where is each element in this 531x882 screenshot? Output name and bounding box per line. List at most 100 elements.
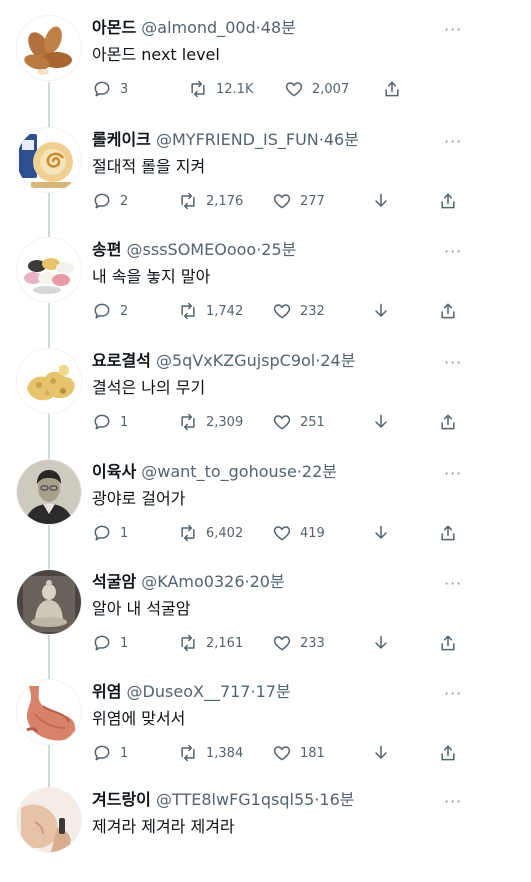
reply-button[interactable]: 1 <box>92 630 128 656</box>
display-name[interactable]: 롤케이크 <box>92 130 151 149</box>
share-button[interactable] <box>438 740 458 766</box>
retweet-button[interactable]: 2,176 <box>178 188 243 214</box>
share-icon <box>438 633 458 653</box>
download-button[interactable] <box>371 409 391 435</box>
songpyeon-avatar[interactable] <box>17 238 81 302</box>
retweet-button[interactable]: 2,309 <box>178 409 243 435</box>
tweet-header: 요로결석 @5qVxKZGujspC9ol·24분 <box>92 351 355 371</box>
tweet-text: 제겨라 제겨라 제겨라 <box>92 817 235 836</box>
download-button[interactable] <box>371 520 391 546</box>
timestamp[interactable]: 16분 <box>319 790 354 809</box>
more-options-icon[interactable]: ··· <box>444 244 462 260</box>
display-name[interactable]: 송편 <box>92 240 121 259</box>
timestamp[interactable]: 24분 <box>320 351 355 370</box>
display-name[interactable]: 겨드랑이 <box>92 790 151 809</box>
like-button[interactable]: 277 <box>272 188 325 214</box>
timestamp[interactable]: 25분 <box>261 240 296 259</box>
more-options-icon[interactable]: ··· <box>444 355 462 371</box>
reply-button[interactable]: 3 <box>92 76 128 102</box>
retweet-button[interactable]: 12.1K <box>188 76 253 102</box>
portrait-avatar[interactable] <box>17 460 81 524</box>
reply-count: 3 <box>120 81 129 97</box>
tweet-actions: 1 2,161 233 <box>92 630 472 656</box>
retweet-button[interactable]: 1,384 <box>178 740 243 766</box>
share-icon <box>438 301 458 321</box>
timestamp[interactable]: 22분 <box>302 462 337 481</box>
download-arrow-icon <box>371 633 391 653</box>
reply-icon <box>92 191 112 211</box>
more-options-icon[interactable]: ··· <box>444 576 462 592</box>
reply-button[interactable]: 2 <box>92 298 128 324</box>
download-button[interactable] <box>371 188 391 214</box>
user-handle[interactable]: @want_to_gohouse <box>141 462 297 481</box>
retweet-button[interactable]: 6,402 <box>178 520 243 546</box>
user-handle[interactable]: @MYFRIEND_IS_FUN <box>156 130 319 149</box>
display-name[interactable]: 석굴암 <box>92 572 136 591</box>
share-button[interactable] <box>438 298 458 324</box>
like-button[interactable]: 251 <box>272 409 325 435</box>
reply-button[interactable]: 1 <box>92 520 128 546</box>
user-handle[interactable]: @sssSOMEOooo <box>127 240 257 259</box>
user-handle[interactable]: @KAmo0326 <box>141 572 244 591</box>
roll-cake-avatar[interactable] <box>17 128 81 192</box>
tweet-header: 석굴암 @KAmo0326·20분 <box>92 572 285 592</box>
tweet[interactable]: 위염 @DuseoX__717·17분 ··· 위염에 맞서서 1 1,384 … <box>0 664 531 774</box>
tweet[interactable]: 롤케이크 @MYFRIEND_IS_FUN·46분 ··· 절대적 롤을 지켜 … <box>0 112 531 222</box>
retweet-count: 12.1K <box>216 81 254 97</box>
almond-avatar[interactable] <box>17 16 81 80</box>
retweet-button[interactable]: 2,161 <box>178 630 243 656</box>
more-options-icon[interactable]: ··· <box>444 22 462 38</box>
like-button[interactable]: 233 <box>272 630 325 656</box>
user-handle[interactable]: @5qVxKZGujspC9ol <box>156 351 315 370</box>
heart-icon <box>272 743 292 763</box>
user-handle[interactable]: @DuseoX__717 <box>127 682 251 701</box>
more-options-icon[interactable]: ··· <box>444 794 462 810</box>
timestamp[interactable]: 48분 <box>261 18 296 37</box>
share-button[interactable] <box>438 188 458 214</box>
download-arrow-icon <box>371 743 391 763</box>
tweet[interactable]: 송편 @sssSOMEOooo·25분 ··· 내 속을 놓지 말아 2 1,7… <box>0 222 531 332</box>
timestamp[interactable]: 46분 <box>324 130 359 149</box>
tweet-text: 아몬드 next level <box>92 45 220 64</box>
more-options-icon[interactable]: ··· <box>444 466 462 482</box>
retweet-button[interactable]: 1,742 <box>178 298 243 324</box>
share-button[interactable] <box>438 630 458 656</box>
timestamp[interactable]: 17분 <box>256 682 291 701</box>
like-button[interactable]: 419 <box>272 520 325 546</box>
download-button[interactable] <box>371 740 391 766</box>
tweet-actions: 2 2,176 277 <box>92 188 472 214</box>
reply-icon <box>92 412 112 432</box>
tweet[interactable]: 석굴암 @KAmo0326·20분 ··· 알아 내 석굴암 1 2,161 2… <box>0 554 531 664</box>
reply-button[interactable]: 1 <box>92 740 128 766</box>
buddha-statue-avatar[interactable] <box>17 570 81 634</box>
stomach-avatar[interactable] <box>17 680 81 744</box>
display-name[interactable]: 아몬드 <box>92 18 136 37</box>
share-button[interactable] <box>382 76 402 102</box>
download-button[interactable] <box>371 630 391 656</box>
display-name[interactable]: 요로결석 <box>92 351 151 370</box>
tweet[interactable]: 요로결석 @5qVxKZGujspC9ol·24분 ··· 결석은 나의 무기 … <box>0 333 531 443</box>
tweet[interactable]: 아몬드 @almond_00d·48분 ··· 아몬드 next level 3… <box>0 0 531 110</box>
more-options-icon[interactable]: ··· <box>444 686 462 702</box>
like-button[interactable]: 2,007 <box>284 76 349 102</box>
timestamp[interactable]: 20분 <box>250 572 285 591</box>
more-options-icon[interactable]: ··· <box>444 134 462 150</box>
display-name[interactable]: 위염 <box>92 682 121 701</box>
display-name[interactable]: 이육사 <box>92 462 136 481</box>
share-button[interactable] <box>438 409 458 435</box>
reply-button[interactable]: 2 <box>92 188 128 214</box>
user-handle[interactable]: @almond_00d <box>141 18 255 37</box>
download-button[interactable] <box>371 298 391 324</box>
tweet[interactable]: 이육사 @want_to_gohouse·22분 ··· 광야로 걸어가 1 6… <box>0 444 531 554</box>
like-count: 232 <box>300 303 325 319</box>
share-button[interactable] <box>438 520 458 546</box>
user-handle[interactable]: @TTE8lwFG1qsql55 <box>156 790 314 809</box>
tweet[interactable]: 겨드랑이 @TTE8lwFG1qsql55·16분 ··· 제겨라 제겨라 제겨… <box>0 772 531 882</box>
reply-button[interactable]: 1 <box>92 409 128 435</box>
like-count: 233 <box>300 635 325 651</box>
armpit-avatar[interactable] <box>17 788 81 852</box>
heart-icon <box>284 79 304 99</box>
like-button[interactable]: 181 <box>272 740 325 766</box>
kidney-stone-avatar[interactable] <box>17 349 81 413</box>
like-button[interactable]: 232 <box>272 298 325 324</box>
